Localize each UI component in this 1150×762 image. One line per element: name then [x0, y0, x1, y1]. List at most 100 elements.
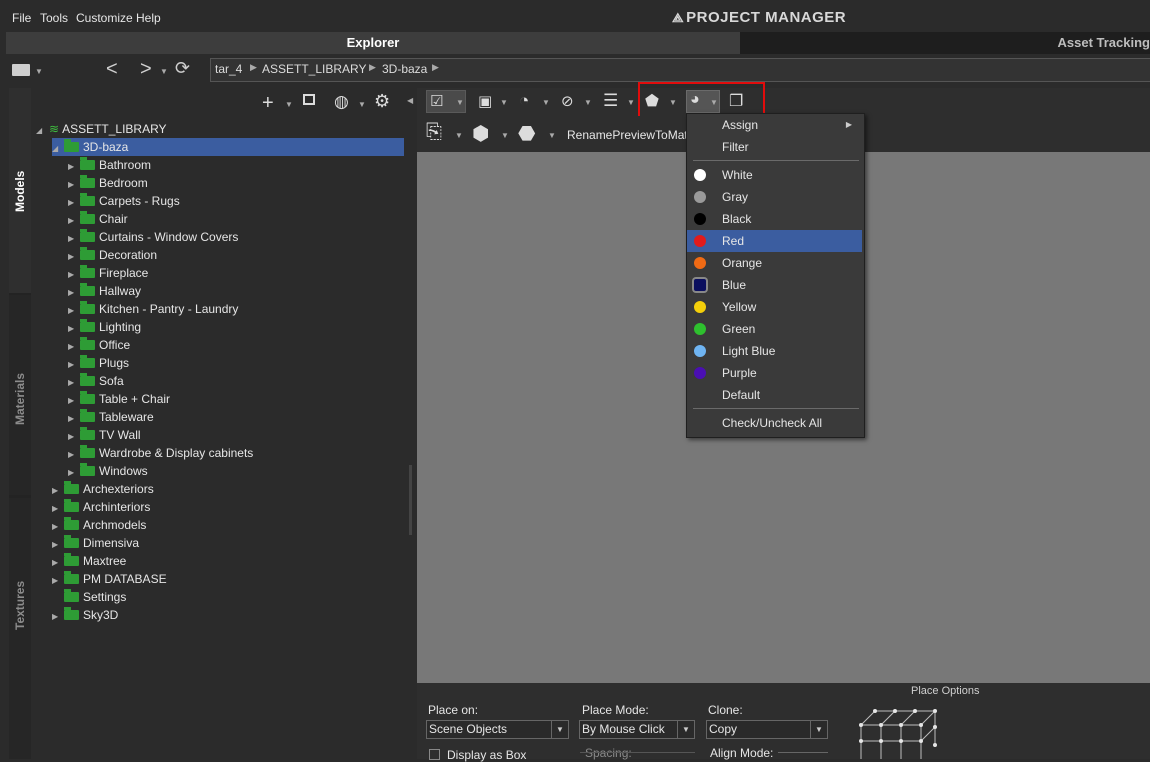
tree-node[interactable]: ▶Carpets - Rugs	[68, 192, 253, 210]
tab-explorer[interactable]: Explorer	[6, 32, 740, 54]
breadcrumb-item[interactable]: tar_4	[215, 62, 242, 76]
tree-node[interactable]: ▶Table + Chair	[68, 390, 253, 408]
menu-item-color-white[interactable]: White	[687, 164, 862, 186]
expand-arrow-icon[interactable]: ◢	[36, 122, 46, 140]
tree-node[interactable]: ▶Bedroom	[68, 174, 253, 192]
gear-icon[interactable]: ⚙	[374, 91, 390, 112]
box-icon[interactable]: ⬣	[518, 121, 535, 146]
menu-item-color-green[interactable]: Green	[687, 318, 862, 340]
pie-icon[interactable]: ◔	[519, 91, 529, 111]
tree-node[interactable]: ▶Sofa	[68, 372, 253, 390]
tree-node[interactable]: ▶Plugs	[68, 354, 253, 372]
tree-node[interactable]: ▶Office	[68, 336, 253, 354]
menu-file[interactable]: File	[12, 11, 31, 25]
menu-item-assign[interactable]: Assign▶	[687, 114, 862, 136]
tree-node[interactable]: ▶Windows	[68, 462, 253, 480]
tree-node[interactable]: ▶PM DATABASE	[52, 570, 167, 588]
menu-item-color-black[interactable]: Black	[687, 208, 862, 230]
side-tab-models[interactable]: Models	[9, 88, 31, 293]
breadcrumb-item[interactable]: 3D-baza	[382, 62, 427, 76]
display-as-box-checkbox[interactable]	[429, 749, 440, 760]
tab-asset-tracking[interactable]: Asset Tracking	[740, 32, 1150, 54]
chevron-down-icon[interactable]: ▼	[627, 98, 635, 107]
chevron-down-icon[interactable]: ▼	[35, 67, 43, 76]
tree-node-selected[interactable]: ◢3D-baza	[52, 138, 404, 156]
menu-item-color-gray[interactable]: Gray	[687, 186, 862, 208]
history-dropdown-icon[interactable]: ▼	[160, 67, 168, 76]
chevron-right-icon[interactable]: ▶	[369, 62, 376, 73]
chevron-right-icon[interactable]: ▶	[432, 62, 439, 73]
collapse-panel-icon[interactable]: ◀	[407, 96, 413, 105]
chevron-down-icon[interactable]: ▼	[455, 131, 463, 140]
tree-node[interactable]: ▶Kitchen - Pantry - Laundry	[68, 300, 253, 318]
folder-icon	[64, 538, 79, 548]
collapse-icon[interactable]	[303, 94, 315, 105]
menu-help[interactable]: Help	[136, 11, 161, 25]
tree-node[interactable]: ▶Archexteriors	[52, 480, 167, 498]
tree-node[interactable]: ▶Chair	[68, 210, 253, 228]
number-badge-icon[interactable]: ▣	[478, 92, 492, 110]
tree-node-root[interactable]: ◢≋ASSETT_LIBRARY	[36, 120, 167, 138]
chevron-down-icon[interactable]: ▼	[542, 98, 550, 107]
refresh-icon[interactable]: ⟳	[175, 58, 190, 79]
chevron-down-icon[interactable]: ▼	[285, 100, 293, 109]
tree-node[interactable]: Settings	[52, 588, 167, 606]
tree-node[interactable]: ▶Bathroom	[68, 156, 253, 174]
tree-node[interactable]: ▶Hallway	[68, 282, 253, 300]
menu-item-color-blue[interactable]: Blue	[687, 274, 862, 296]
tree-node[interactable]: ▶Sky3D	[52, 606, 167, 624]
breadcrumb-item[interactable]: ASSETT_LIBRARY	[262, 62, 366, 76]
rename-preview-button[interactable]: RenamePreviewToMate	[567, 128, 694, 142]
menu-customize[interactable]: Customize	[76, 11, 133, 25]
panel-splitter[interactable]	[405, 88, 417, 759]
menu-item-default[interactable]: Default	[687, 384, 862, 406]
tree-node[interactable]: ▶Lighting	[68, 318, 253, 336]
color-dot-icon	[694, 213, 706, 225]
chevron-down-icon[interactable]: ▼	[548, 131, 556, 140]
forward-icon[interactable]: >	[140, 58, 152, 81]
cubes-icon[interactable]: ⬢	[472, 121, 489, 146]
tree-node[interactable]: ▶Decoration	[68, 246, 253, 264]
menu-item-color-light-blue[interactable]: Light Blue	[687, 340, 862, 362]
menu-item-color-red[interactable]: Red	[687, 230, 862, 252]
side-tab-textures[interactable]: Textures	[9, 498, 31, 759]
menu-item-color-yellow[interactable]: Yellow	[687, 296, 862, 318]
chevron-down-icon[interactable]: ▼	[456, 98, 464, 107]
add-icon[interactable]: +	[262, 92, 274, 115]
menu-item-color-orange[interactable]: Orange	[687, 252, 862, 274]
menu-item-check-all[interactable]: Check/Uncheck All	[687, 412, 862, 434]
export-icon[interactable]: ⎘	[426, 121, 442, 144]
place-mode-select[interactable]: By Mouse Click▼	[579, 720, 695, 739]
menu-item-label: Check/Uncheck All	[722, 412, 822, 434]
list-icon[interactable]: ☰	[603, 91, 618, 111]
tree-node[interactable]: ▶Maxtree	[52, 552, 167, 570]
menu-item-color-purple[interactable]: Purple	[687, 362, 862, 384]
hide-icon[interactable]: ⊘	[561, 92, 574, 110]
tree-node[interactable]: ▶Curtains - Window Covers	[68, 228, 253, 246]
chevron-down-icon[interactable]: ▼	[584, 98, 592, 107]
menu-item-filter[interactable]: Filter	[687, 136, 862, 158]
tree-node[interactable]: ▶Archinteriors	[52, 498, 167, 516]
globe-icon[interactable]: ◍	[334, 92, 349, 112]
tree-node[interactable]: ▶Fireplace	[68, 264, 253, 282]
color-dot-icon	[694, 301, 706, 313]
expand-arrow-icon[interactable]: ▶	[52, 608, 62, 626]
place-on-select[interactable]: Scene Objects▼	[426, 720, 569, 739]
back-icon[interactable]: <	[106, 58, 118, 81]
chevron-down-icon[interactable]: ▼	[358, 100, 366, 109]
side-tab-materials[interactable]: Materials	[9, 295, 31, 495]
folder-view-icon[interactable]	[12, 64, 30, 76]
tree-node[interactable]: ▶Wardrobe & Display cabinets	[68, 444, 253, 462]
chevron-down-icon[interactable]: ▼	[501, 131, 509, 140]
menu-tools[interactable]: Tools	[40, 11, 68, 25]
clone-select[interactable]: Copy▼	[706, 720, 828, 739]
side-tab-materials-label: Materials	[13, 373, 27, 425]
expand-arrow-icon[interactable]: ◢	[52, 140, 62, 158]
tree-node[interactable]: ▶Archmodels	[52, 516, 167, 534]
chevron-right-icon[interactable]: ▶	[250, 62, 257, 73]
tree-node[interactable]: ▶Dimensiva	[52, 534, 167, 552]
splitter-grip[interactable]	[409, 465, 412, 535]
tree-node[interactable]: ▶TV Wall	[68, 426, 253, 444]
tree-node[interactable]: ▶Tableware	[68, 408, 253, 426]
chevron-down-icon[interactable]: ▼	[500, 98, 508, 107]
